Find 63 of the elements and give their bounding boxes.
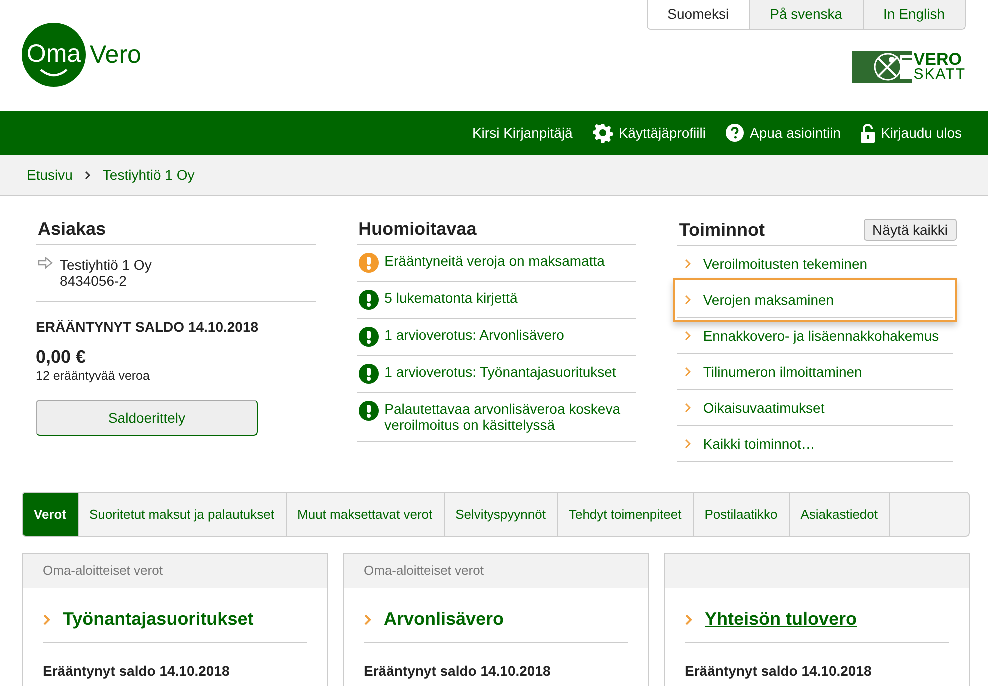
section-title: Huomioitavaa: [358, 219, 477, 240]
notice-link[interactable]: 1 arvioverotus: Arvonlisävero: [384, 327, 564, 343]
card-category: Oma-aloitteiset verot: [43, 563, 163, 578]
card-balance-title: Erääntynyt saldo 14.10.2018: [43, 663, 231, 679]
emblem-drawing: [852, 51, 912, 83]
business-id: 8434056-2: [60, 273, 128, 289]
action-item[interactable]: Ennakkovero- ja lisäennakkohakemus: [677, 318, 954, 354]
action-item[interactable]: Verojen maksaminen: [677, 282, 954, 318]
tab[interactable]: Verot: [23, 493, 79, 536]
due-count: 12 erääntyvää veroa: [36, 369, 151, 383]
balance-amount: 0,00 €: [36, 347, 88, 368]
exclamation-icon: [358, 401, 379, 421]
card-category: Oma-aloitteiset verot: [364, 563, 484, 578]
notice-link[interactable]: Palautettavaa arvonlisäveroa koskeva veroilmoitus on käsittelyssä: [384, 401, 636, 433]
chevron-icon: [685, 294, 692, 304]
nav-link[interactable]: Käyttäjäprofiili: [618, 125, 706, 141]
action-item[interactable]: Oikaisuvaatimukset: [677, 390, 954, 426]
help-icon: [726, 124, 744, 142]
breadcrumb-link[interactable]: Testiyhtiö 1 Oy: [102, 167, 195, 183]
chevron-icon: [685, 258, 692, 268]
show-all-button[interactable]: Näytä kaikki: [864, 219, 958, 241]
arrow-icon: [38, 257, 54, 269]
logo-badge[interactable]: Oma: [22, 23, 86, 87]
section-title: Toiminnot: [679, 220, 765, 241]
card-title-link[interactable]: Arvonlisävero: [384, 609, 504, 630]
chevron-icon: [685, 366, 692, 376]
exclamation-icon: [358, 364, 379, 384]
balance-details-button[interactable]: Saldoerittely: [36, 400, 258, 436]
language-tab[interactable]: På svenska: [749, 0, 863, 29]
exclamation-icon: [358, 253, 379, 273]
smile-icon: [39, 68, 69, 76]
language-tab[interactable]: In English: [862, 0, 965, 29]
exclamation-icon: [358, 327, 379, 347]
nav-link[interactable]: Kirjaudu ulos: [881, 125, 962, 141]
breadcrumb-link[interactable]: Etusivu: [27, 167, 73, 183]
action-item[interactable]: Tilinumeron ilmoittaminen: [677, 354, 954, 390]
agency-name: SKATT: [914, 67, 966, 82]
exclamation-icon: [358, 290, 379, 310]
agency-name: VERO: [914, 52, 962, 67]
nav-link[interactable]: Kirsi Kirjanpitäjä: [472, 125, 573, 141]
customer-name: Testiyhtiö 1 Oy: [60, 257, 152, 273]
gear-icon: [592, 123, 613, 143]
chevron-icon: [43, 614, 51, 626]
notice-link[interactable]: 1 arvioverotus: Työnantajasuoritukset: [384, 364, 616, 380]
nav-link[interactable]: Apua asiointiin: [750, 125, 842, 141]
section-title: Asiakas: [38, 219, 106, 240]
action-item[interactable]: Kaikki toiminnot…: [677, 426, 954, 462]
chevron-icon: [685, 330, 692, 340]
card-title-link[interactable]: Työnantajasuoritukset: [63, 609, 254, 630]
chevron-icon: [685, 438, 692, 448]
card-balance-title: Erääntynyt saldo 14.10.2018: [364, 663, 552, 679]
chevron-icon: [685, 402, 692, 412]
balance-title: ERÄÄNTYNYT SALDO 14.10.2018: [36, 319, 260, 335]
action-item[interactable]: Veroilmoitusten tekeminen: [677, 246, 954, 282]
notice-link[interactable]: Erääntyneitä veroja on maksamatta: [384, 253, 605, 269]
card-balance-title: Erääntynyt saldo 14.10.2018: [685, 663, 873, 679]
notice-link[interactable]: 5 lukematonta kirjettä: [384, 290, 518, 306]
logo-text: Vero: [90, 40, 142, 70]
card-title-link[interactable]: Yhteisön tulovero: [705, 609, 858, 630]
chevron-icon: [84, 170, 91, 180]
padlock-icon: [861, 124, 876, 142]
chevron-icon: [364, 614, 372, 626]
chevron-icon: [685, 614, 693, 626]
